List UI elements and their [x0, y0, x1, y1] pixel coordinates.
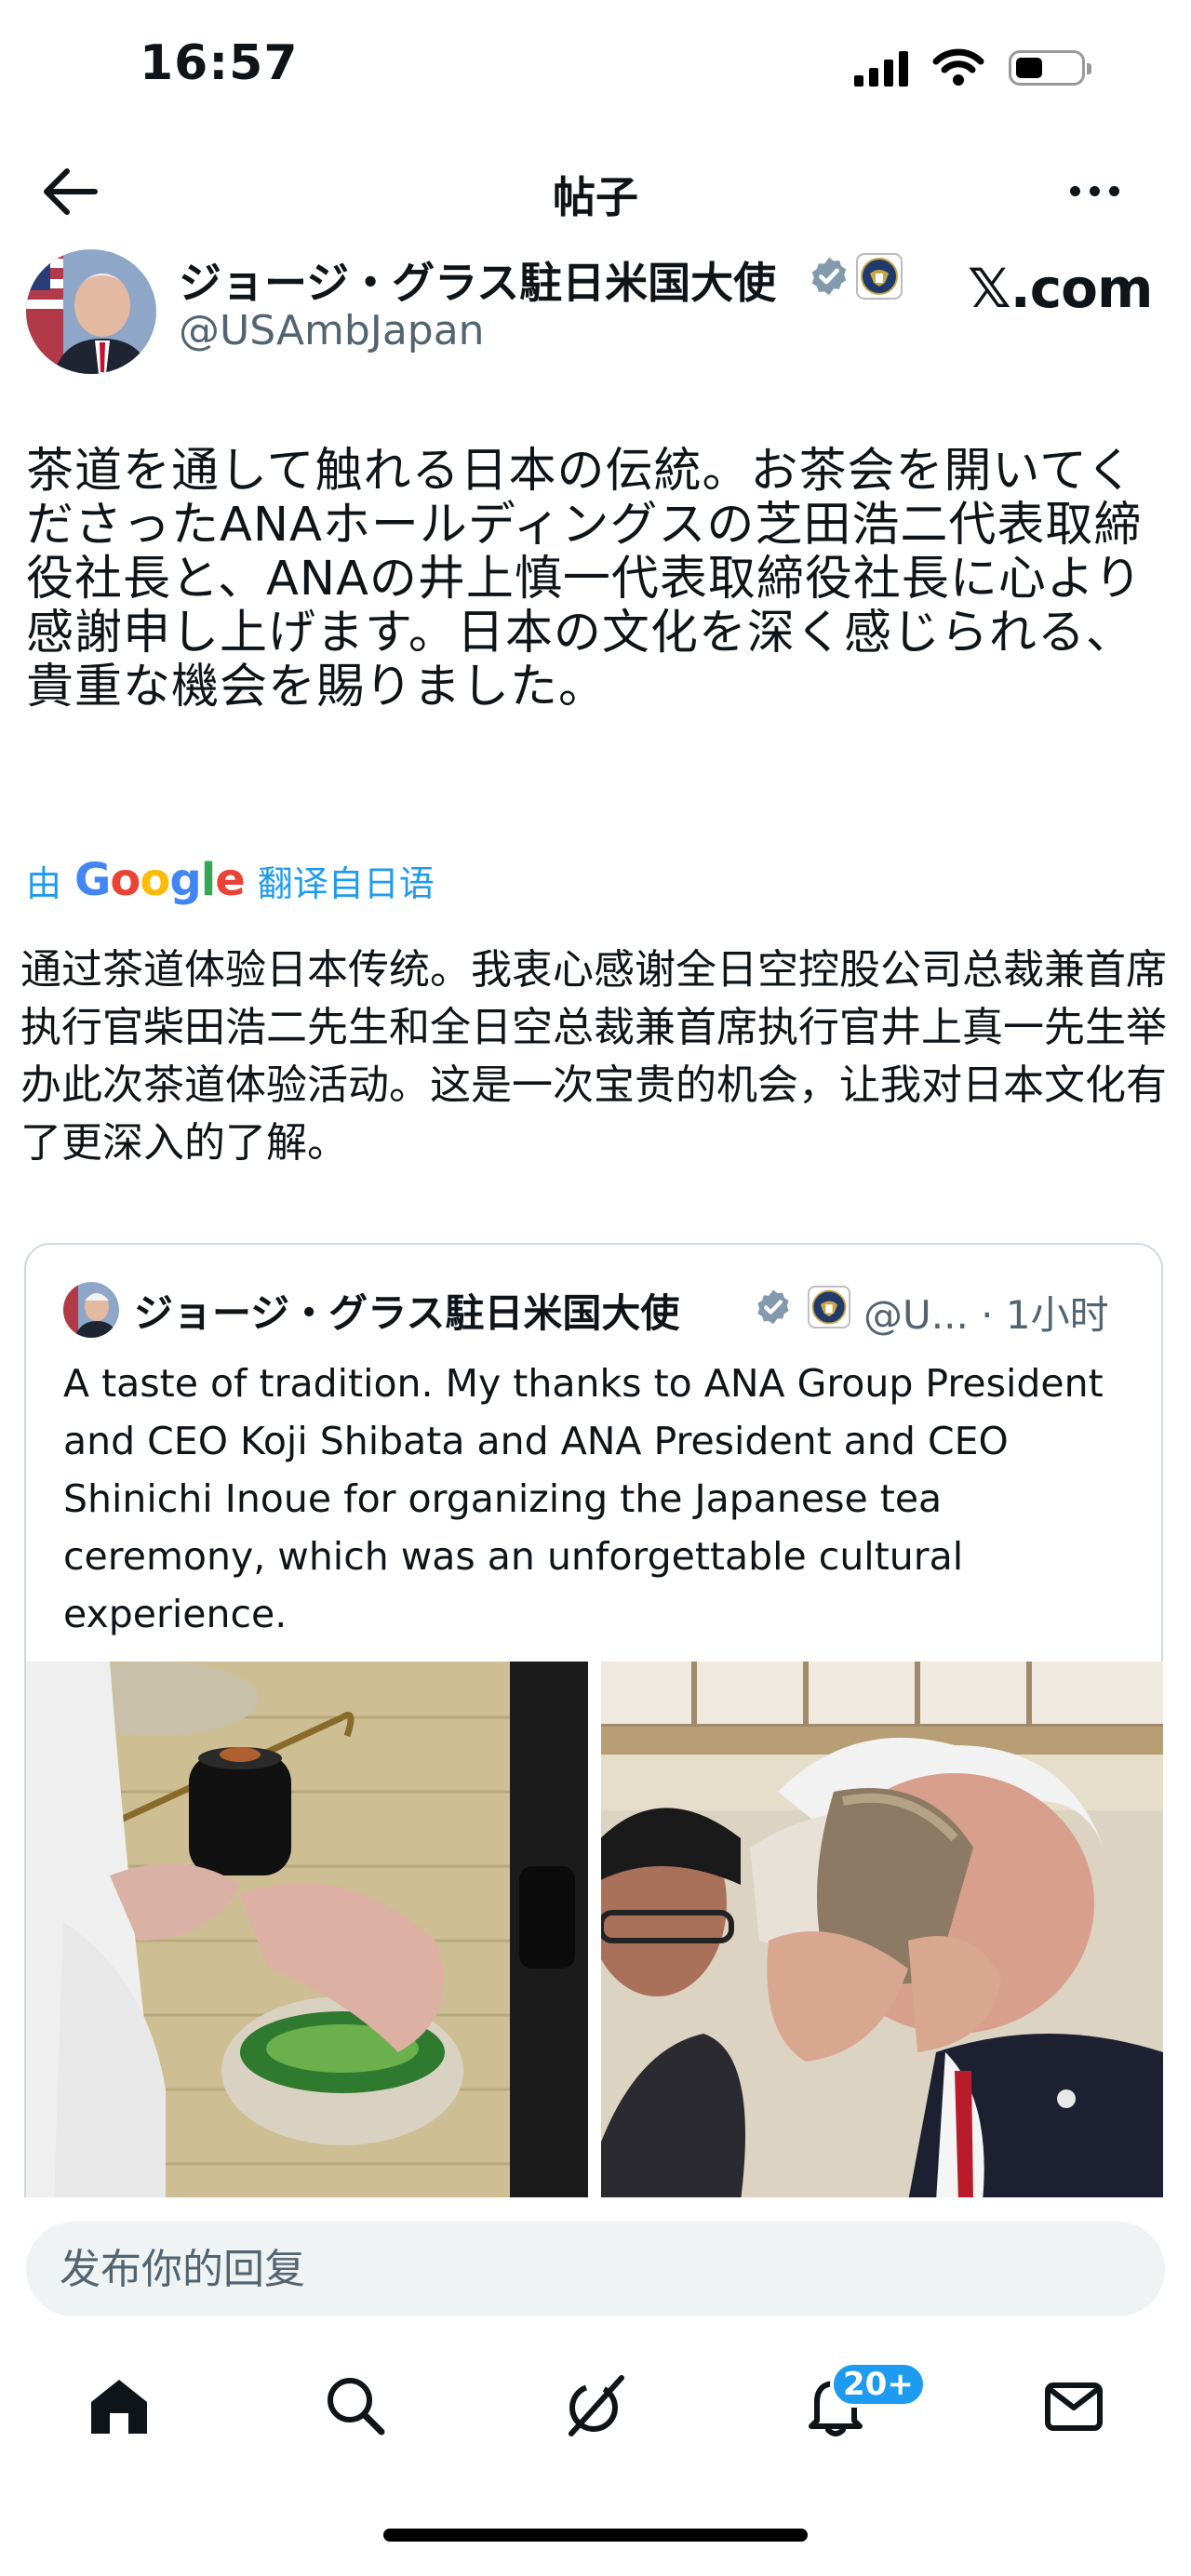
- search-icon[interactable]: [322, 2372, 389, 2439]
- status-icons: [854, 47, 1091, 89]
- quoted-avatar: [63, 1282, 119, 1338]
- verified-icon: [811, 257, 847, 296]
- more-icon[interactable]: [1070, 186, 1119, 196]
- tea-whisking-photo[interactable]: [26, 1662, 588, 2201]
- grok-icon[interactable]: [562, 2372, 629, 2439]
- home-icon[interactable]: [86, 2372, 153, 2439]
- battery-icon: [1009, 50, 1091, 86]
- state-seal-icon: [856, 253, 903, 300]
- post-text: 茶道を通して触れる日本の伝統。お茶会を開いてくださったANAホールディングスの芝…: [26, 444, 1143, 714]
- ambassador-drinking-photo[interactable]: [601, 1662, 1163, 2201]
- wifi-icon: [932, 48, 984, 86]
- quoted-author-name: ジョージ・グラス駐日米国大使: [134, 1290, 680, 1336]
- translated-text: 通过茶道体验日本传统。我衷心感谢全日空控股公司总裁兼首席执行官柴田浩二先生和全日…: [20, 946, 1167, 1167]
- status-time: 16:57: [140, 35, 299, 91]
- translation-attribution[interactable]: 由 Google 翻译自日语: [26, 854, 435, 906]
- messages-icon[interactable]: [1040, 2372, 1107, 2439]
- translate-prefix: 由: [26, 862, 62, 904]
- author-name[interactable]: ジョージ・グラス駐日米国大使: [179, 249, 776, 311]
- avatar[interactable]: [26, 249, 156, 374]
- quoted-post-text: A taste of tradition. My thanks to ANA G…: [63, 1361, 1104, 1636]
- verified-icon: [757, 1289, 789, 1325]
- quoted-handle-time: @U... · 1小时: [863, 1292, 1109, 1338]
- reply-input[interactable]: [26, 2222, 1165, 2316]
- notifications-badge: 20+: [830, 2361, 927, 2408]
- page-title: 帖子: [553, 172, 638, 222]
- state-seal-icon: [808, 1286, 850, 1328]
- translate-suffix: 翻译自日语: [257, 862, 435, 904]
- home-indicator: [383, 2529, 808, 2542]
- signal-icon: [854, 49, 908, 87]
- site-logo: 𝕏.com: [968, 257, 1153, 320]
- google-logo: Google: [74, 854, 246, 906]
- author-handle[interactable]: @USAmbJapan: [179, 307, 485, 354]
